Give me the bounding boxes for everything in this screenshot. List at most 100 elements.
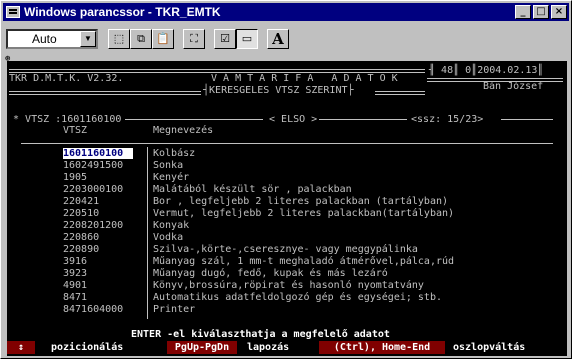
maximize-button[interactable]: □ xyxy=(533,5,549,19)
product-name: Kenyér xyxy=(153,172,190,183)
position-value: ELSO xyxy=(281,114,306,125)
mark-button[interactable]: ⬚ xyxy=(108,29,130,49)
minimize-icon: _ xyxy=(520,6,526,17)
properties-icon: ☑ xyxy=(220,32,230,45)
vtsz-code: 2203000100 xyxy=(63,184,124,195)
list-item[interactable]: 1601160100 Kolbász xyxy=(63,148,195,159)
vtsz-code: 1602491500 xyxy=(63,160,124,171)
app-title: V Á M T A R I F A A D A T O K xyxy=(211,73,398,84)
column-divider xyxy=(147,147,148,319)
list-item[interactable]: 3916 Műanyag szál, 1 mm-t meghaladó átmér… xyxy=(63,256,454,267)
background-button[interactable]: ▭ xyxy=(236,29,258,49)
vtsz-code: 2208201200 xyxy=(63,220,124,231)
product-name: Sonka xyxy=(153,160,184,171)
product-name: Vodka xyxy=(153,232,184,243)
vtsz-code: 220510 xyxy=(63,208,100,219)
list-item[interactable]: 2208201200 Konyak xyxy=(63,220,189,231)
counter-value: 48 xyxy=(441,65,454,76)
list-item[interactable]: 220421 Bor , legfeljebb 2 literes palackb… xyxy=(63,196,448,207)
header-bottom-right xyxy=(375,91,425,95)
maximize-icon: □ xyxy=(536,6,546,17)
search-label: * VTSZ :1601160100 xyxy=(13,114,122,125)
vtsz-code: 220860 xyxy=(63,232,100,243)
vtsz-code: 4901 xyxy=(63,280,88,291)
subtitle-text: KERESGELES VTSZ SZERINT xyxy=(209,85,348,96)
header-separator xyxy=(21,143,553,144)
column-header-vtsz: VTSZ xyxy=(63,125,88,136)
product-name: Konyak xyxy=(153,220,190,231)
product-name: Vermut, legfeljebb 2 literes palackban(t… xyxy=(153,208,455,219)
window-title: Windows parancssor - TKR_EMTK xyxy=(24,5,221,19)
list-item[interactable]: 8471604000 Printer xyxy=(63,304,195,315)
header-bottom-left xyxy=(9,91,201,95)
copy-icon: ⧉ xyxy=(137,32,145,45)
zero-value: 0 xyxy=(465,65,472,76)
close-button[interactable]: × xyxy=(551,5,567,19)
font-icon: A xyxy=(272,30,284,48)
frame-top-left xyxy=(125,119,263,120)
key-help-bar: ↕ pozicionálás PgUp-PgDn lapozás (Ctrl),… xyxy=(7,341,567,354)
product-name: Könyv,brossúra,röpirat és hasonló nyomta… xyxy=(153,280,424,291)
paste-button[interactable]: 📋 xyxy=(152,29,174,49)
frame-top-right xyxy=(501,119,553,120)
minimize-button[interactable]: _ xyxy=(515,5,531,19)
vtsz-code: 220421 xyxy=(63,196,100,207)
font-size-value: Auto xyxy=(32,32,57,46)
vtsz-code: 8471604000 xyxy=(63,304,124,315)
fullscreen-icon: ⛶ xyxy=(190,32,198,45)
list-item[interactable]: 4901 Könyv,brossúra,röpirat és hasonló ny… xyxy=(63,280,424,291)
properties-button[interactable]: ☑ xyxy=(214,29,236,49)
vtsz-code: 1905 xyxy=(63,172,88,183)
date-value: 2004.02.13 xyxy=(477,65,538,76)
pgup-pgdn-key[interactable]: PgUp-PgDn xyxy=(167,341,237,354)
arrows-key-label: pozicionálás xyxy=(51,342,124,353)
header-subtitle: ┤KERESGELES VTSZ SZERINT├ xyxy=(203,85,354,96)
product-name: Bor , legfeljebb 2 literes palackban (ta… xyxy=(153,196,449,207)
toolbar: Auto ▼ ⬚ ⧉ 📋 ⛶ ☑ ▭ A xyxy=(3,23,569,53)
title-bar[interactable]: Windows parancssor - TKR_EMTK _ □ × xyxy=(3,3,569,21)
font-size-combo[interactable]: Auto ▼ xyxy=(6,29,98,49)
console-screen[interactable]: TKR D.M.T.K. V2.32. V Á M T A R I F A A … xyxy=(7,61,567,356)
product-name: Malátából készült sör , palackban xyxy=(153,184,352,195)
footer-hint: ENTER -el kiválaszthatja a megfelelő ada… xyxy=(131,329,390,340)
program-version: TKR D.M.T.K. V2.32. xyxy=(9,73,124,84)
list-item[interactable]: 220890 Szilva-,körte-,cseresznye- vagy me… xyxy=(63,244,418,255)
product-name: Műanyag dugó, fedő, kupak és más lezáró xyxy=(153,268,388,279)
close-icon: × xyxy=(554,6,564,17)
list-item[interactable]: 220510 Vermut, legfeljebb 2 literes palac… xyxy=(63,208,454,219)
copy-button[interactable]: ⧉ xyxy=(130,29,152,49)
list-item[interactable]: 1602491500 Sonka xyxy=(63,160,183,171)
product-name: Kolbász xyxy=(153,148,196,159)
product-name: Szilva-,körte-,cseresznye- vagy meggypál… xyxy=(153,244,418,255)
vtsz-code: 3923 xyxy=(63,268,88,279)
position-label: < ELSO > xyxy=(269,114,318,125)
list-item[interactable]: 1905 Kenyér xyxy=(63,172,189,183)
list-item[interactable]: 220860 Vodka xyxy=(63,232,183,243)
ssz-value: ssz: 15/23 xyxy=(417,114,478,125)
status-info: ╢ 48║ 0║2004.02.13║ xyxy=(429,65,544,76)
font-button[interactable]: A xyxy=(267,29,289,49)
vtsz-code: 3916 xyxy=(63,256,88,267)
product-name: Printer xyxy=(153,304,196,315)
home-end-label: oszlopváltás xyxy=(453,342,526,353)
arrows-key[interactable]: ↕ xyxy=(7,341,35,354)
list-item[interactable]: 2203000100 Malátából készült sör , palack… xyxy=(63,184,352,195)
list-item[interactable]: 3923 Műanyag dugó, fedő, kupak és más lez… xyxy=(63,268,388,279)
product-name: Műanyag szál, 1 mm-t meghaladó átmérővel… xyxy=(153,256,455,267)
mark-icon: ⬚ xyxy=(113,32,125,45)
vtsz-code: 8471 xyxy=(63,292,88,303)
list-item[interactable]: 8471 Automatikus adatfeldolgozó gép és eg… xyxy=(63,292,442,303)
chevron-down-icon[interactable]: ▼ xyxy=(80,31,96,47)
home-end-key[interactable]: (Ctrl), Home-End xyxy=(319,341,445,354)
product-name: Automatikus adatfeldolgozó gép és egység… xyxy=(153,292,442,303)
paste-icon: 📋 xyxy=(156,32,170,45)
console-app-icon[interactable] xyxy=(6,6,20,18)
console-window: Windows parancssor - TKR_EMTK _ □ × Auto… xyxy=(0,0,572,359)
vtsz-code: 220890 xyxy=(63,244,100,255)
fullscreen-button[interactable]: ⛶ xyxy=(183,29,205,49)
pgup-pgdn-label: lapozás xyxy=(247,342,290,353)
column-header-name: Megnevezés xyxy=(153,125,214,136)
vtsz-code: 1601160100 xyxy=(63,148,133,159)
user-name: Bán József xyxy=(483,81,544,92)
search-value: VTSZ :1601160100 xyxy=(25,114,122,125)
